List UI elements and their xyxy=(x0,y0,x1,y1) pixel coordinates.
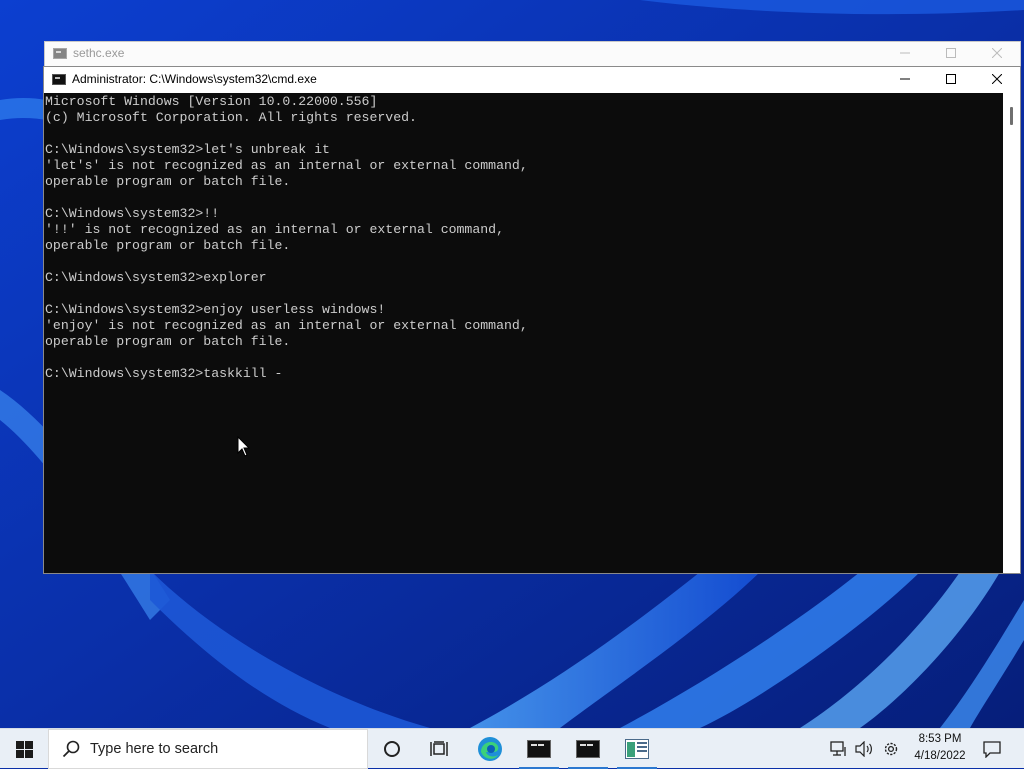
cortana-icon xyxy=(384,741,400,757)
settings-icon xyxy=(884,742,898,756)
search-icon xyxy=(62,740,80,758)
cmd-taskbar-button-1[interactable] xyxy=(515,729,563,769)
start-button[interactable] xyxy=(0,729,48,769)
minimize-icon xyxy=(900,78,910,80)
cortana-button[interactable] xyxy=(368,729,416,769)
cmd-close-button[interactable] xyxy=(974,67,1020,91)
cmd-icon xyxy=(576,740,600,758)
cmd-minimize-button[interactable] xyxy=(882,67,928,91)
cmd-titlebar[interactable]: Administrator: C:\Windows\system32\cmd.e… xyxy=(44,67,1020,91)
console-output[interactable]: Microsoft Windows [Version 10.0.22000.55… xyxy=(44,93,1003,573)
network-tray-button[interactable] xyxy=(826,729,852,769)
app-taskbar-button[interactable] xyxy=(613,729,661,769)
cmd-app-icon xyxy=(52,73,66,85)
notifications-icon xyxy=(983,741,1001,758)
sethc-close-button[interactable] xyxy=(974,42,1020,64)
minimize-icon xyxy=(900,52,910,54)
search-placeholder: Type here to search xyxy=(90,741,219,757)
sethc-titlebar[interactable]: sethc.exe xyxy=(45,42,1020,64)
taskbar: Type here to search 8:53 PM 4/18/2022 xyxy=(0,728,1024,769)
taskbar-search-box[interactable]: Type here to search xyxy=(48,729,368,769)
task-view-icon xyxy=(430,741,448,756)
console-text: Microsoft Windows [Version 10.0.22000.55… xyxy=(45,94,528,381)
cmd-window-title: Administrator: C:\Windows\system32\cmd.e… xyxy=(72,72,317,86)
volume-tray-button[interactable] xyxy=(852,729,876,769)
clock-date: 4/18/2022 xyxy=(914,750,966,762)
volume-icon xyxy=(855,741,872,757)
cmd-taskbar-button-2[interactable] xyxy=(564,729,612,769)
network-icon xyxy=(830,741,846,756)
sethc-window-title: sethc.exe xyxy=(73,46,125,60)
start-icon xyxy=(15,740,33,758)
notifications-button[interactable] xyxy=(978,729,1006,769)
maximize-icon xyxy=(946,74,956,84)
console-scrollbar[interactable] xyxy=(1003,93,1020,573)
cmd-window[interactable]: Administrator: C:\Windows\system32\cmd.e… xyxy=(43,66,1021,574)
task-view-button[interactable] xyxy=(416,729,464,769)
settings-tray-button[interactable] xyxy=(878,729,904,769)
cmd-app-icon xyxy=(53,47,67,59)
maximize-icon xyxy=(946,48,956,58)
scrollbar-thumb[interactable] xyxy=(1010,107,1013,125)
system-clock[interactable]: 8:53 PM 4/18/2022 xyxy=(906,731,974,767)
close-icon xyxy=(992,48,1002,58)
mouse-pointer-icon xyxy=(237,436,251,457)
sethc-maximize-button[interactable] xyxy=(928,42,974,64)
close-icon xyxy=(992,74,1002,84)
edge-icon xyxy=(478,737,502,761)
app-icon xyxy=(625,739,649,759)
edge-taskbar-button[interactable] xyxy=(466,729,514,769)
sethc-minimize-button[interactable] xyxy=(882,42,928,64)
clock-time: 8:53 PM xyxy=(918,733,962,745)
cmd-maximize-button[interactable] xyxy=(928,67,974,91)
cmd-icon xyxy=(527,740,551,758)
